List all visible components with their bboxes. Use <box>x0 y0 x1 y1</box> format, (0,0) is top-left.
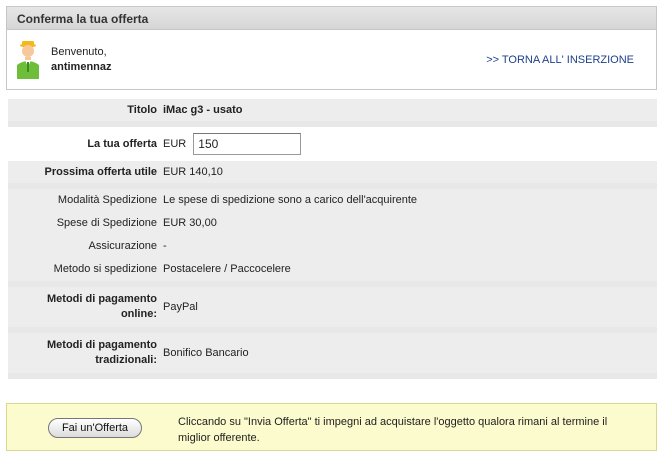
row-spacer <box>8 373 657 379</box>
terms-notice: Cliccando su "Invia Offerta" ti impegni … <box>178 416 608 444</box>
back-to-listing-link[interactable]: >> TORNA ALL' INSERZIONE <box>486 54 634 66</box>
row-titolo: Titolo iMac g3 - usato <box>8 99 657 121</box>
titolo-value: iMac g3 - usato <box>163 99 657 121</box>
offer-details-table: Titolo iMac g3 - usato La tua offerta EU… <box>8 99 657 379</box>
offerta-cell: EUR <box>163 127 657 161</box>
row-spese: Spese di Spedizione EUR 30,00 <box>8 211 657 235</box>
greeting: Benvenuto, <box>51 46 107 58</box>
row-metodo: Metodo si spedizione Postacelere / Pacco… <box>8 257 657 281</box>
make-offer-button[interactable]: Fai un'Offerta <box>48 418 142 438</box>
username: antimennaz <box>51 61 112 73</box>
metodo-value: Postacelere / Paccocelere <box>163 257 657 281</box>
offerta-label: La tua offerta <box>87 138 157 150</box>
modalita-label: Modalità Spedizione <box>8 189 163 211</box>
pagamento-tradizionali-value: Bonifico Bancario <box>163 333 657 373</box>
assicurazione-value: - <box>163 235 657 257</box>
row-offerta: La tua offerta EUR <box>8 127 657 161</box>
row-prossima: Prossima offerta utile EUR 140,10 <box>8 161 657 183</box>
pagamento-online-value: PayPal <box>163 287 657 327</box>
page-title: Conferma la tua offerta <box>6 6 657 30</box>
user-avatar-icon <box>17 41 39 79</box>
offer-amount-input[interactable] <box>193 133 302 155</box>
prossima-value: EUR 140,10 <box>163 161 657 183</box>
currency-label: EUR <box>163 137 187 150</box>
pagamento-tradizionali-label: Metodi di pagamento tradizionali: <box>8 333 163 373</box>
prossima-label: Prossima offerta utile <box>8 161 163 183</box>
row-assicurazione: Assicurazione - <box>8 235 657 257</box>
welcome-panel: Benvenuto, antimennaz >> TORNA ALL' INSE… <box>6 30 657 90</box>
row-pagamento-online: Metodi di pagamento online: PayPal <box>8 287 657 327</box>
spese-label: Spese di Spedizione <box>8 211 163 235</box>
titolo-label: Titolo <box>8 99 163 121</box>
row-modalita: Modalità Spedizione Le spese di spedizio… <box>8 189 657 211</box>
offer-confirm-panel: Fai un'Offerta Cliccando su "Invia Offer… <box>6 403 657 451</box>
modalita-value: Le spese di spedizione sono a carico del… <box>163 189 657 211</box>
welcome-text: Benvenuto, antimennaz <box>51 45 112 75</box>
row-pagamento-tradizionali: Metodi di pagamento tradizionali: Bonifi… <box>8 333 657 373</box>
spese-value: EUR 30,00 <box>163 211 657 235</box>
metodo-label: Metodo si spedizione <box>8 257 163 281</box>
pagamento-online-label: Metodi di pagamento online: <box>8 287 163 327</box>
assicurazione-label: Assicurazione <box>8 235 163 257</box>
